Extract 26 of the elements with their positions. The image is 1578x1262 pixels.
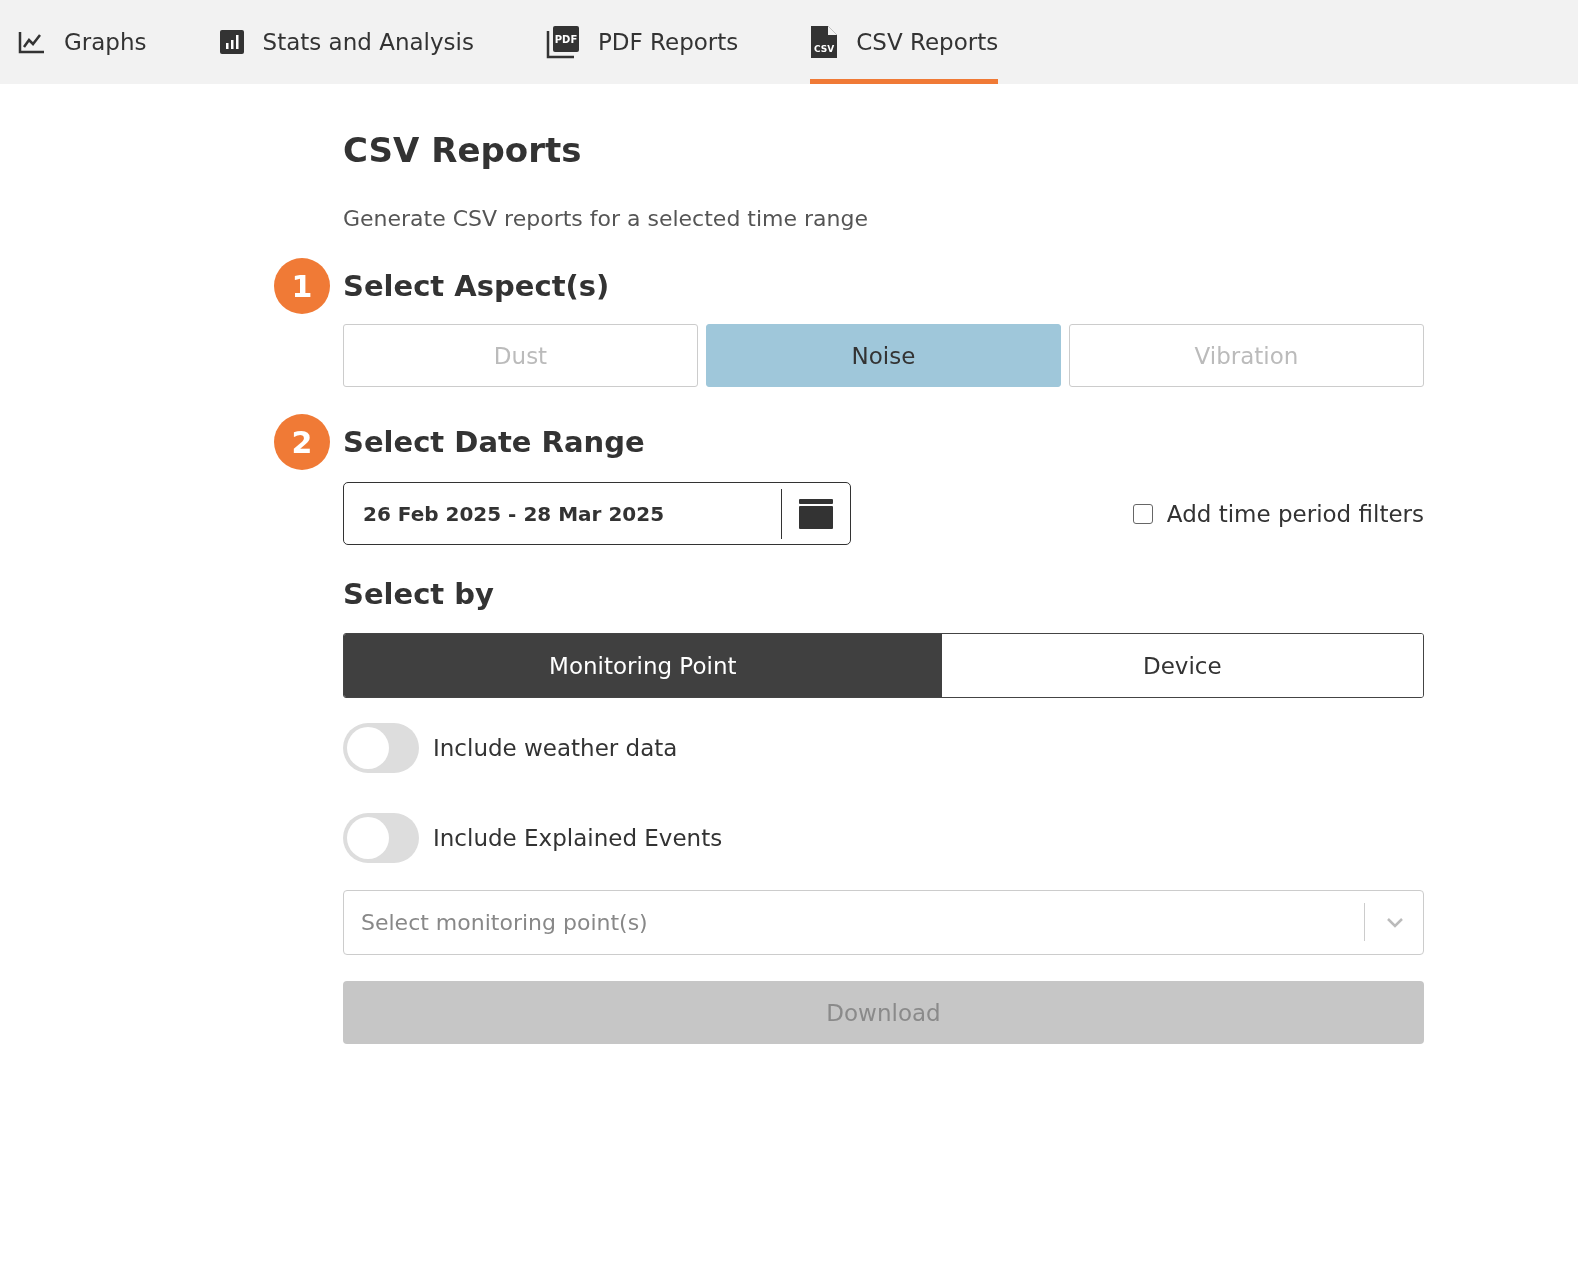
tab[interactable]: Stats and Analysis <box>218 0 474 84</box>
section-heading: Select Date Range <box>343 425 645 459</box>
step-number-badge: 1 <box>274 258 330 314</box>
monitoring-point-select[interactable]: Select monitoring point(s) <box>343 890 1424 955</box>
calendar-icon[interactable] <box>799 498 833 529</box>
tab[interactable]: CSV CSV Reports <box>810 0 999 84</box>
toggle-label: Include weather data <box>433 735 678 761</box>
section-heading: Select Aspect(s) <box>343 269 610 303</box>
line-chart-icon <box>18 30 46 54</box>
toggle-switch[interactable] <box>343 723 419 773</box>
segment-option[interactable]: Monitoring Point <box>344 634 942 697</box>
step-number-badge: 2 <box>274 414 330 470</box>
toggle-switch[interactable] <box>343 813 419 863</box>
page-subtitle: Generate CSV reports for a selected time range <box>343 205 869 233</box>
section-heading: Select by <box>343 577 495 611</box>
chevron-down-icon[interactable] <box>1386 917 1404 928</box>
tab[interactable]: PDF PDF Reports <box>545 0 739 84</box>
csv-file-icon: CSV <box>810 25 839 59</box>
aspect-option[interactable]: Noise <box>706 324 1061 387</box>
tab[interactable]: Graphs <box>18 0 147 84</box>
toggle-label: Include Explained Events <box>433 825 723 851</box>
date-range-field[interactable]: 26 Feb 2025 - 28 Mar 2025 <box>343 482 851 545</box>
checkbox-label: Add time period filters <box>1166 500 1424 527</box>
page-title: CSV Reports <box>343 129 583 172</box>
checkbox[interactable] <box>1132 503 1153 524</box>
bar-chart-icon <box>218 29 245 55</box>
